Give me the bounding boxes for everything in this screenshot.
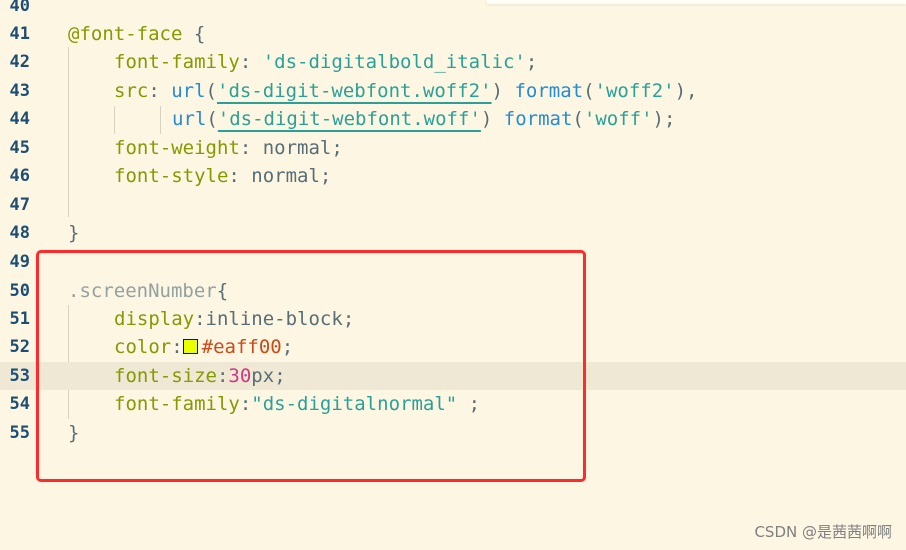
code-line-48[interactable]: 48 } [0,219,906,247]
paren: ) [491,80,515,102]
line-number: 51 [9,309,30,329]
property-name: font-style [114,165,229,187]
code-line-44[interactable]: 44 url('ds-digit-webfont.woff') format('… [0,105,906,133]
line-number: 40 [9,0,30,16]
code-editor[interactable]: 40 41 @font-face { 42 font-family: 'ds-d… [0,0,906,550]
property-value: normal [251,165,320,187]
code-text: url('ds-digit-webfont.woff') format('wof… [172,105,675,133]
code-text: src: url('ds-digit-webfont.woff2') forma… [114,77,698,105]
semicolon: ; [331,137,343,159]
line-number: 43 [9,81,30,101]
property-name: font-weight [114,137,240,159]
paren: ( [205,80,217,102]
paren: ) [480,108,504,130]
highlight-annotation-box [36,250,586,482]
function-name: url [172,108,207,130]
at-rule: @font-face [68,23,183,45]
code-line-45[interactable]: 45 font-weight: normal; [0,134,906,162]
function-name: format [503,108,573,130]
function-name: format [514,80,584,102]
line-number: 41 [9,24,30,44]
line-number: 55 [9,423,30,443]
paren: ); [652,108,676,130]
line-number: 44 [9,109,30,129]
line-number: 42 [9,52,30,72]
paren: ( [583,80,595,102]
brace: { [182,23,206,45]
semicolon: ; [525,51,538,73]
code-line-41[interactable]: 41 @font-face { [0,20,906,48]
code-line-42[interactable]: 42 font-family: 'ds-digitalbold_italic'; [0,48,906,76]
code-line-46[interactable]: 46 font-style: normal; [0,162,906,190]
paren: ( [206,108,218,130]
property-name: src [114,80,149,102]
code-text: font-weight: normal; [114,134,343,162]
string-value: 'woff2' [594,80,675,102]
watermark: CSDN @是茜茜啊啊 [754,523,892,541]
semicolon: ; [319,165,332,187]
url-link[interactable]: 'ds-digit-webfont.woff2' [217,80,492,102]
code-line-43[interactable]: 43 src: url('ds-digit-webfont.woff2') fo… [0,77,906,105]
colon: : [148,80,172,102]
colon: : [228,165,252,187]
brace: } [68,222,80,244]
code-line-40[interactable]: 40 [0,0,906,20]
line-number: 48 [9,223,30,243]
line-number: 52 [9,337,30,357]
url-link[interactable]: 'ds-digit-webfont.woff' [218,108,481,130]
code-text: @font-face { [68,20,205,48]
property-name: font-family [114,51,240,73]
line-number: 50 [9,281,30,301]
colon: : [239,137,263,159]
code-text: font-style: normal; [114,162,331,190]
code-text: font-family: 'ds-digitalbold_italic'; [114,48,537,76]
code-line-47[interactable]: 47 [0,191,906,219]
paren: ( [572,108,584,130]
string-value: 'woff' [583,108,653,130]
code-text: } [68,219,79,247]
line-number: 54 [9,394,30,414]
line-number: 53 [9,366,30,386]
line-number: 45 [9,138,30,158]
line-number: 49 [9,252,30,272]
property-value: normal [262,137,332,159]
string-value: 'ds-digitalbold_italic' [262,51,526,73]
colon: : [239,51,263,73]
paren: ), [674,80,698,102]
line-number: 46 [9,166,30,186]
line-number: 47 [9,195,30,215]
function-name: url [171,80,206,102]
